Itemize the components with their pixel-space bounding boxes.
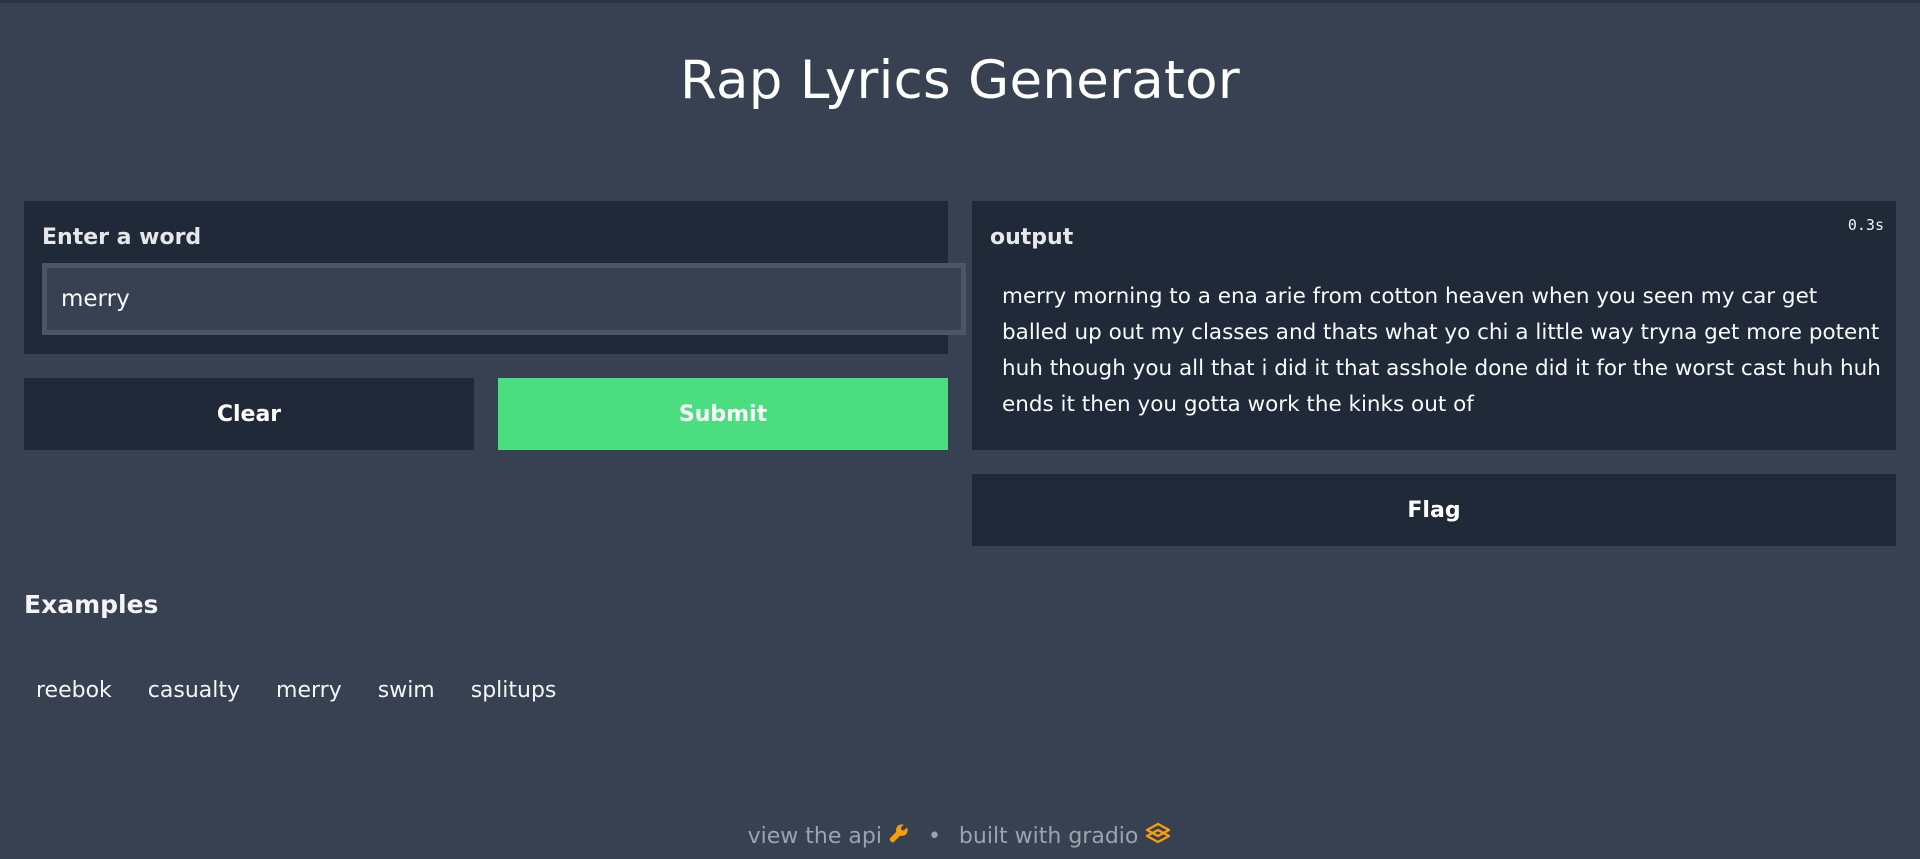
timer-badge: 0.3s: [1847, 216, 1884, 234]
input-label: Enter a word: [42, 225, 202, 250]
word-input[interactable]: merry: [42, 263, 966, 335]
examples-list: reebok casualty merry swim splitups: [24, 674, 580, 707]
output-label: output: [990, 225, 1074, 250]
wrench-icon[interactable]: [882, 822, 910, 850]
submit-button[interactable]: Submit: [498, 378, 948, 450]
example-item-casualty[interactable]: casualty: [136, 674, 252, 707]
example-item-merry[interactable]: merry: [264, 674, 354, 707]
flag-button[interactable]: Flag: [972, 474, 1896, 546]
output-text: merry morning to a ena arie from cotton …: [1002, 284, 1881, 417]
gradio-logo-icon: [1138, 821, 1172, 851]
output-panel: output 0.3s merry morning to a ena arie …: [972, 201, 1896, 450]
page-title: Rap Lyrics Generator: [680, 50, 1240, 111]
examples-title: Examples: [24, 590, 159, 619]
example-item-splitups[interactable]: splitups: [459, 674, 569, 707]
view-api-link[interactable]: view the api: [748, 824, 882, 849]
top-border: [0, 0, 1920, 3]
built-with-gradio-link[interactable]: built with gradio: [959, 824, 1138, 849]
example-item-swim[interactable]: swim: [366, 674, 447, 707]
footer: view the api • built with gradio: [0, 821, 1920, 851]
input-panel: Enter a word merry: [24, 201, 966, 354]
footer-separator: •: [927, 823, 941, 849]
example-item-reebok[interactable]: reebok: [24, 674, 124, 707]
clear-button[interactable]: Clear: [24, 378, 474, 450]
